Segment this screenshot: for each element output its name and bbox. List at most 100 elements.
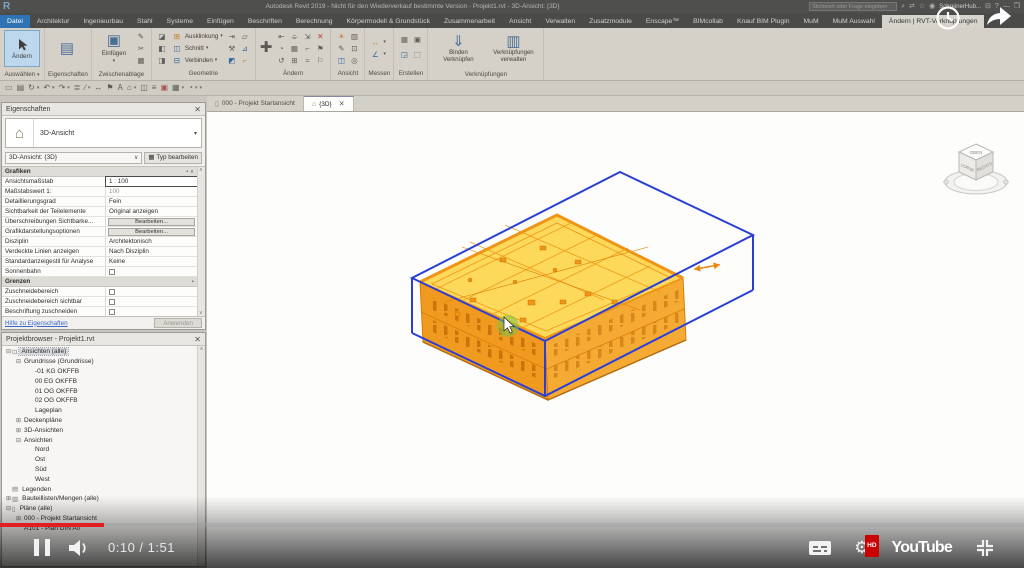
- prop-row[interactable]: Standardanzeigestil für Analyse Keine: [2, 257, 197, 267]
- prop-row[interactable]: Sonnenbahn: [2, 267, 197, 277]
- unjoin-icon[interactable]: ⌐: [239, 55, 251, 66]
- properties-scrollbar[interactable]: ∧∨: [197, 167, 205, 316]
- ausklinkung-dropdown[interactable]: ⊞ Ausklinkung▾: [171, 31, 223, 42]
- prop-row[interactable]: Detaillierungsgrad Fein: [2, 197, 197, 207]
- crop-region-checkbox[interactable]: [109, 289, 115, 295]
- crop-visible-checkbox[interactable]: [109, 299, 115, 305]
- tree-item-west[interactable]: West: [2, 474, 205, 484]
- tab-mum[interactable]: MuM: [797, 15, 826, 28]
- tree-item-nord[interactable]: Nord: [2, 445, 205, 455]
- measure-qat-icon[interactable]: ∕: [84, 81, 85, 95]
- prop-row[interactable]: Ansichtsmaßstab 1 : 100: [2, 177, 197, 187]
- verbinden-dropdown[interactable]: ⊟ Verbinden▾: [171, 55, 223, 66]
- create-assembly-icon[interactable]: ▣: [411, 34, 423, 45]
- beam-join-icon[interactable]: ⊿: [239, 43, 251, 54]
- mirror-icon[interactable]: ⌯: [288, 31, 300, 42]
- panel-label-auswaehlen[interactable]: Auswählen ▾: [0, 69, 44, 81]
- tree-item-level[interactable]: 00 EG OKFFB: [2, 376, 205, 386]
- create-group-icon[interactable]: ▦: [398, 34, 410, 45]
- prop-row[interactable]: Disziplin Architektonisch: [2, 237, 197, 247]
- annotation-crop-checkbox[interactable]: [109, 309, 115, 315]
- create-similar-icon[interactable]: ◲: [398, 49, 410, 60]
- sync-icon[interactable]: ↻: [28, 81, 35, 95]
- split-icon[interactable]: ≈: [301, 55, 313, 66]
- cutaway-icon[interactable]: ◫: [335, 55, 347, 66]
- project-browser-close-icon[interactable]: ✕: [194, 335, 201, 344]
- help-search-input[interactable]: [809, 2, 897, 11]
- tag-icon[interactable]: ⚑: [106, 81, 113, 95]
- tab-bimcollab[interactable]: BIMcollab: [686, 15, 730, 28]
- tab-stahl[interactable]: Stahl: [130, 15, 160, 28]
- cope-icon[interactable]: ◪: [156, 31, 168, 42]
- tab-knauf-bim[interactable]: Knauf BIM Plugin: [730, 15, 797, 28]
- link-tool-icon[interactable]: ⇥: [226, 31, 238, 42]
- cut-geometry-icon[interactable]: ◧: [156, 43, 168, 54]
- type-selector-dropdown-icon[interactable]: ▾: [194, 130, 201, 137]
- instance-selector[interactable]: 3D-Ansicht: {3D}∨: [5, 152, 142, 164]
- tab-einfuegen[interactable]: Einfügen: [200, 15, 241, 28]
- unpin-icon[interactable]: ⚐: [314, 55, 326, 66]
- tab-berechnung[interactable]: Berechnung: [289, 15, 340, 28]
- aligned-dimension-icon[interactable]: ↔: [94, 81, 102, 95]
- copy-icon[interactable]: ▦: [135, 55, 147, 66]
- tab-enscape[interactable]: Enscape™: [639, 15, 686, 28]
- tab-verwalten[interactable]: Verwalten: [538, 15, 582, 28]
- open-icon[interactable]: ▭: [5, 81, 13, 95]
- offset-icon[interactable]: ◔: [275, 43, 287, 54]
- youtube-logo[interactable]: YouTube: [892, 539, 952, 557]
- tab-ansicht[interactable]: Ansicht: [502, 15, 538, 28]
- wall-joins-icon[interactable]: ◩: [226, 55, 238, 66]
- apply-button[interactable]: Anwenden: [154, 318, 202, 328]
- properties-toggle-button[interactable]: ▤: [49, 30, 85, 67]
- undo-icon[interactable]: ↶: [43, 81, 50, 95]
- text-icon[interactable]: A: [118, 81, 123, 95]
- create-parts-icon[interactable]: ⬚: [411, 49, 423, 60]
- tree-item-lageplan[interactable]: Lageplan: [2, 406, 205, 416]
- restore-icon[interactable]: ❒: [1014, 2, 1020, 11]
- tab-architektur[interactable]: Architektur: [30, 15, 76, 28]
- tree-item-level[interactable]: -01 KG OKFFB: [2, 367, 205, 377]
- prop-row[interactable]: Maßstabswert 1: 100: [2, 187, 197, 197]
- paste-button[interactable]: ▣ Einfügen ▾: [96, 30, 132, 67]
- scale-icon[interactable]: ⇲: [301, 31, 313, 42]
- tree-item-ost[interactable]: Ost: [2, 455, 205, 465]
- tree-item-ansichten[interactable]: ⊟Ansichten: [2, 435, 205, 445]
- viewcube[interactable]: OBEN VORNE RECHTS: [940, 138, 1012, 200]
- modify-button[interactable]: Ändern: [4, 30, 40, 67]
- model-view[interactable]: [207, 112, 1024, 568]
- sonnenbahn-checkbox[interactable]: [109, 269, 115, 275]
- delete-icon[interactable]: ✕: [314, 31, 326, 42]
- section-icon[interactable]: ◫: [140, 81, 148, 95]
- prop-row[interactable]: Zuschneidebereich: [2, 287, 197, 297]
- exit-fullscreen-icon[interactable]: [974, 537, 996, 559]
- prop-row[interactable]: Überschreibungen Sichtbarke... Bearbeite…: [2, 217, 197, 227]
- array-icon[interactable]: ⊞: [288, 55, 300, 66]
- view-tab-3d[interactable]: ⌂ {3D} ✕: [304, 96, 354, 111]
- redo-icon[interactable]: ↷: [59, 81, 66, 95]
- copy-modify-icon[interactable]: ▦: [288, 43, 300, 54]
- tab-systeme[interactable]: Systeme: [160, 15, 200, 28]
- bind-link-button[interactable]: ⇓ Binden Verknüpfen: [432, 30, 484, 67]
- hide-element-icon[interactable]: ⊡: [348, 43, 360, 54]
- tree-item-deckenplaene[interactable]: ⊞Deckenpläne: [2, 416, 205, 426]
- split-face-icon[interactable]: ▱: [239, 31, 251, 42]
- trim-icon[interactable]: ⌐: [301, 43, 313, 54]
- group-grafiken[interactable]: Grafiken▪ ∧: [2, 167, 197, 177]
- edit-visibility-button[interactable]: Bearbeiten...: [108, 218, 195, 226]
- hide-temporary-icon[interactable]: ☀: [335, 31, 347, 42]
- prop-row[interactable]: Zuschneidebereich sichtbar: [2, 297, 197, 307]
- thin-lines-icon[interactable]: ≡: [152, 81, 157, 95]
- tree-item-legenden[interactable]: ▤ Legenden: [2, 484, 205, 494]
- tab-koerpermodell[interactable]: Körpermodell & Grundstück: [340, 15, 438, 28]
- view-tab-startansicht[interactable]: ▯ 000 - Projekt Startansicht: [207, 96, 304, 111]
- edit-type-button[interactable]: ▦ Typ bearbeiten: [144, 152, 202, 164]
- tab-beschriften[interactable]: Beschriften: [241, 15, 289, 28]
- paint-icon[interactable]: ◨: [156, 55, 168, 66]
- group-grenzen[interactable]: Grenzen▪: [2, 277, 197, 287]
- reveal-icon[interactable]: ◎: [348, 55, 360, 66]
- measure-dropdown[interactable]: ↔▾: [369, 37, 386, 48]
- dimension-dropdown[interactable]: ∠▾: [369, 49, 386, 60]
- type-selector[interactable]: ⌂ 3D-Ansicht ▾: [5, 118, 202, 148]
- prop-row[interactable]: Grafikdarstellungsoptionen Bearbeiten...: [2, 227, 197, 237]
- captions-icon[interactable]: [808, 538, 832, 558]
